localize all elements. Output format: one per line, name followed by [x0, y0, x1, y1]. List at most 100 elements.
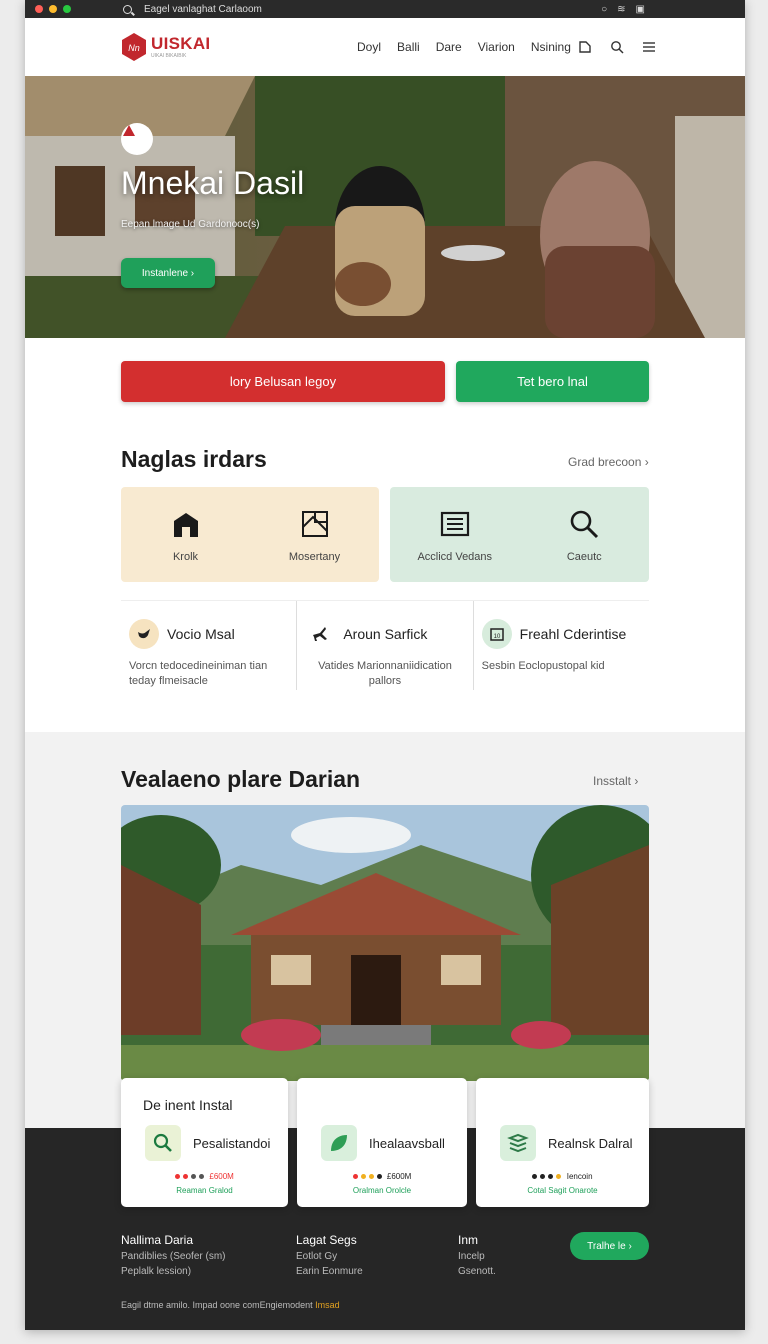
- main-nav: Doyl Balli Dare Viarion Nsining: [357, 18, 571, 76]
- status-icons: ○ ≋ ▣: [601, 4, 645, 15]
- window-controls: [35, 5, 71, 13]
- destination-card[interactable]: Ihealaavsball £600M Oralman Orolcle: [297, 1078, 467, 1207]
- destination-card[interactable]: De inent Instal Pesalistandoi £600M Ream…: [121, 1078, 288, 1207]
- calendar-icon: 10: [481, 619, 512, 649]
- secondary-cta-button[interactable]: Tet bero lnal: [456, 361, 649, 402]
- search-icon[interactable]: [123, 4, 132, 14]
- svg-text:Nn: Nn: [128, 43, 140, 53]
- site-header: Nn UISKAI UIKAI BIKAIBIK Doyl Balli Dare…: [25, 18, 745, 76]
- minimize-dot[interactable]: [49, 5, 57, 13]
- feature-title: Aroun Sarfick: [343, 626, 428, 642]
- section-link[interactable]: Insstalt ›: [593, 774, 638, 788]
- menu-icon[interactable]: [642, 40, 656, 54]
- footer-link[interactable]: Eotlot Gy: [296, 1251, 363, 1262]
- brand-tagline: UIKAI BIKAIBIK: [151, 53, 187, 59]
- nav-item[interactable]: Balli: [397, 40, 420, 54]
- grid-map-icon: [301, 510, 328, 537]
- close-dot[interactable]: [35, 5, 43, 13]
- feature-desc: Sesbin Eoclopustopal kid: [481, 660, 605, 672]
- card-name: Realnsk Dalral: [548, 1135, 633, 1151]
- footer-cta-button[interactable]: Tralhe le ›: [570, 1232, 649, 1260]
- card-meta: Iencoin: [476, 1172, 649, 1181]
- clock-icon: ○: [601, 3, 608, 15]
- hero-subtitle: Eepan lmage Ud Gardonooc(s): [121, 219, 260, 230]
- leaf-icon: [321, 1125, 357, 1161]
- destination-photo: [121, 805, 649, 1081]
- category-label: Krolk: [172, 550, 199, 563]
- brand-name: UISKAI: [151, 34, 211, 53]
- card-meta: £600M: [297, 1172, 467, 1181]
- category-item[interactable]: Krolk: [131, 507, 241, 563]
- os-top-bar: Eagel vanlaghat Carlaoom ○ ≋ ▣: [25, 0, 745, 18]
- document-icon[interactable]: [578, 40, 592, 54]
- layers-icon: [500, 1125, 536, 1161]
- category-card-group: Krolk Mosertany: [121, 487, 379, 582]
- card-subtitle: Oralman Orolcle: [352, 1186, 412, 1195]
- section-title: Naglas irdars: [121, 446, 267, 472]
- card-name: Pesalistandoi: [193, 1135, 271, 1151]
- wifi-icon: ≋: [617, 3, 626, 15]
- feature-title: Vocio Msal: [167, 626, 235, 642]
- primary-cta-button[interactable]: lory Belusan legoy: [121, 361, 445, 402]
- category-item[interactable]: Acclicd Vedans: [400, 507, 510, 563]
- feature-desc: Vorcn tedocedineiniman tian teday flmeis…: [129, 660, 268, 687]
- section-link[interactable]: Grad brecoon ›: [568, 455, 649, 469]
- hero-banner: Mnekai Dasil Eepan lmage Ud Gardonooc(s)…: [25, 76, 745, 338]
- footer-heading: Nallima Daria: [121, 1233, 194, 1247]
- footer-link[interactable]: Incelp: [458, 1251, 496, 1262]
- category-label: Mosertany: [288, 550, 341, 563]
- card-title: De inent Instal: [143, 1097, 233, 1113]
- footer-column: Lagat Segs Eotlot Gy Earin Eonmure: [296, 1233, 363, 1277]
- hero-cta-button[interactable]: Instanlene ›: [121, 258, 215, 288]
- search-icon: [570, 510, 599, 538]
- footer-link[interactable]: Gsenott.: [458, 1266, 496, 1277]
- card-subtitle: Cotal Sagit Onarote: [527, 1186, 598, 1195]
- features-row: Vocio Msal Vorcn tedocedineiniman tian t…: [121, 600, 649, 690]
- magnifier-icon: [145, 1125, 181, 1161]
- category-label: Caeutc: [566, 550, 602, 563]
- svg-text:10: 10: [493, 634, 500, 640]
- nav-item[interactable]: Nsining: [531, 40, 571, 54]
- footer-column: Nallima Daria Pandiblies (Seofer (sm) Pe…: [121, 1233, 225, 1277]
- footer-column: Inm Incelp Gsenott.: [458, 1233, 496, 1277]
- copyright: Eagil dtme amilo. Impad oone comEngiemod…: [121, 1300, 340, 1310]
- category-item[interactable]: Mosertany: [260, 507, 370, 563]
- window-title: Eagel vanlaghat Carlaoom: [144, 3, 262, 15]
- bird-icon: [129, 619, 159, 649]
- footer-link[interactable]: Peplalk lession): [121, 1266, 225, 1277]
- footer-heading: Lagat Segs: [296, 1233, 357, 1247]
- footer-heading: Inm: [458, 1233, 479, 1247]
- nav-item[interactable]: Dare: [436, 40, 462, 54]
- feature-desc: Vatides Marionnaniidication pallors: [318, 660, 452, 687]
- brand-logo[interactable]: Nn UISKAI UIKAI BIKAIBIK: [121, 32, 210, 62]
- hexagon-logo-icon: Nn: [121, 32, 147, 62]
- plane-icon: [305, 619, 336, 649]
- footer-link[interactable]: Earin Eonmure: [296, 1266, 363, 1277]
- archive-icon: [440, 511, 469, 536]
- search-icon[interactable]: [610, 40, 624, 54]
- hero-badge-icon: [121, 123, 153, 155]
- card-meta: £600M: [121, 1172, 288, 1181]
- hero-title: Mnekai Dasil: [121, 165, 305, 201]
- feature-item[interactable]: Vocio Msal Vorcn tedocedineiniman tian t…: [121, 601, 296, 690]
- feature-item[interactable]: 10 Freahl Cderintise Sesbin Eoclopustopa…: [472, 601, 649, 690]
- footer-link[interactable]: Pandiblies (Seofer (sm): [121, 1251, 225, 1262]
- destination-card[interactable]: Realnsk Dalral Iencoin Cotal Sagit Onaro…: [476, 1078, 649, 1207]
- maximize-dot[interactable]: [63, 5, 71, 13]
- section-title: Vealaeno plare Darian: [121, 766, 361, 792]
- category-card-group: Acclicd Vedans Caeutc: [390, 487, 649, 582]
- category-label: Acclicd Vedans: [417, 550, 493, 563]
- feature-item[interactable]: Aroun Sarfick Vatides Marionnaniidicatio…: [296, 601, 472, 690]
- copyright-link[interactable]: Imsad: [315, 1300, 340, 1310]
- card-name: Ihealaavsball: [369, 1135, 445, 1151]
- nav-item[interactable]: Viarion: [478, 40, 515, 54]
- browser-window: Eagel vanlaghat Carlaoom ○ ≋ ▣ Nn UISKAI…: [25, 0, 745, 1330]
- header-actions: [578, 18, 656, 76]
- house-icon: [173, 512, 198, 537]
- nav-item[interactable]: Doyl: [357, 40, 381, 54]
- card-subtitle: Reaman Gralod: [176, 1186, 233, 1195]
- category-item[interactable]: Caeutc: [529, 507, 639, 563]
- battery-icon: ▣: [635, 3, 645, 15]
- feature-title: Freahl Cderintise: [519, 626, 627, 642]
- hero-photo: [25, 76, 745, 338]
